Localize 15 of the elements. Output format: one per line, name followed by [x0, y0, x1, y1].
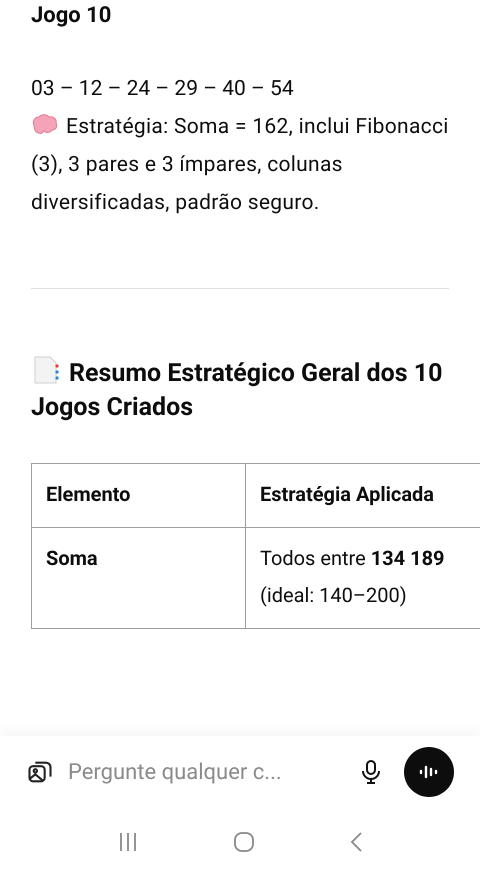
voice-button[interactable]: [404, 747, 454, 797]
home-icon[interactable]: [233, 831, 255, 853]
game-numbers: 03 – 12 – 24 – 29 – 40 – 54: [31, 76, 295, 103]
table-header: Elemento: [32, 464, 246, 528]
table-cell: Soma: [32, 528, 246, 628]
microphone-icon[interactable]: [360, 759, 382, 785]
game-title: Jogo 10: [31, 2, 112, 30]
brain-icon: [31, 114, 59, 136]
message-field[interactable]: Pergunte qualquer c...: [68, 756, 346, 788]
recent-apps-icon[interactable]: [117, 832, 139, 852]
table-header: Estratégia Aplicada: [246, 464, 480, 528]
waveform-icon: [419, 764, 439, 780]
strategy-text: Estratégia: Soma = 162, inclui Fibonacci (3), 3 pares e 3 ímpares, colunas diversificadas, padrão seguro.: [31, 113, 449, 217]
back-icon[interactable]: [349, 831, 363, 853]
summary-title: Resumo Estratégico Geral dos 10 Jogos Criados: [31, 355, 449, 425]
